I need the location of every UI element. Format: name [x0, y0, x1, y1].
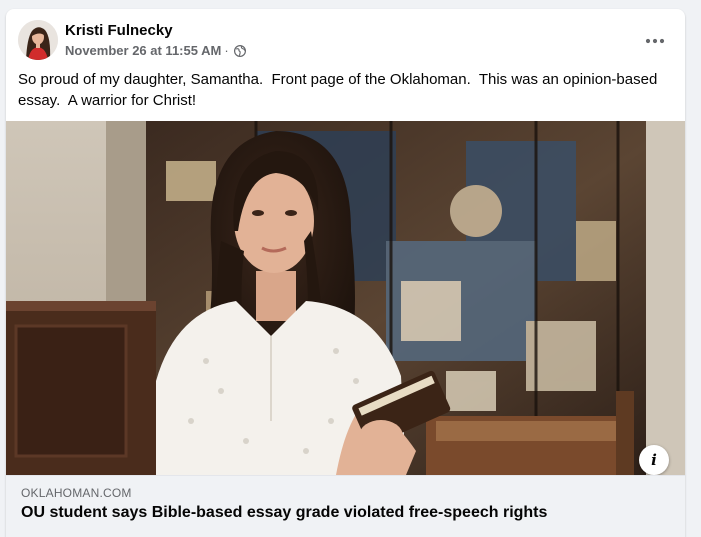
avatar-image — [18, 20, 58, 60]
more-options-button[interactable] — [637, 23, 673, 59]
info-icon: i — [651, 451, 657, 469]
link-domain: OKLAHOMAN.COM — [21, 486, 132, 500]
link-preview[interactable]: i OKLAHOMAN.COM OU student says Bible-ba… — [6, 121, 685, 537]
post-text: So proud of my daughter, Samantha. Front… — [18, 71, 662, 109]
post-header: Kristi Fulnecky November 26 at 11:55 AM … — [6, 9, 685, 67]
author-avatar[interactable] — [18, 20, 58, 60]
link-meta[interactable]: OKLAHOMAN.COM OU student says Bible-base… — [6, 475, 685, 537]
author-name[interactable]: Kristi Fulnecky — [65, 22, 173, 39]
link-title[interactable]: OU student says Bible-based essay grade … — [21, 504, 547, 522]
globe-icon[interactable] — [233, 44, 246, 57]
more-options-icon — [645, 38, 665, 44]
post-card: Kristi Fulnecky November 26 at 11:55 AM … — [6, 9, 685, 537]
link-preview-image[interactable]: i — [6, 121, 685, 475]
post-meta: November 26 at 11:55 AM · — [65, 43, 246, 58]
meta-separator: · — [224, 43, 229, 58]
info-button[interactable]: i — [639, 445, 669, 475]
post-timestamp[interactable]: November 26 at 11:55 AM — [65, 43, 221, 58]
